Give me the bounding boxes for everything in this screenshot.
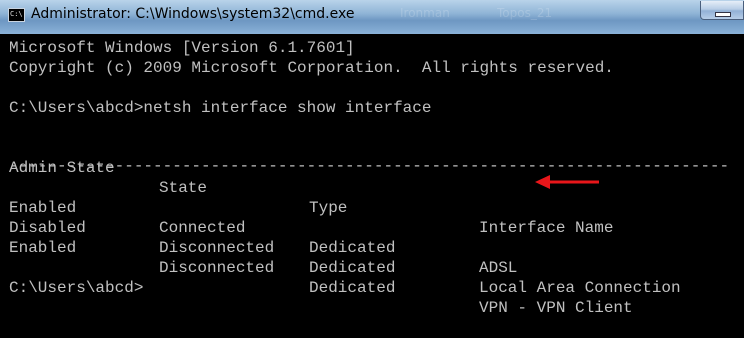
version-line: Microsoft Windows [Version 6.1.7601] [9,39,355,57]
table-row: Enabled Connected Dedicated ADSL [9,178,744,277]
window-title: Administrator: C:\Windows\system32\cmd.e… [31,6,355,22]
cell-state: Disconnected [159,259,275,277]
copyright-line: Copyright (c) 2009 Microsoft Corporation… [9,59,614,77]
table-header: Admin State State Type Interface Name [9,138,744,237]
cell-interface-name: VPN - VPN Client [479,299,633,317]
prompt-line: C:\Users\abcd> [9,279,144,297]
background-tab-label: Topos_21 [497,6,553,20]
background-tab-label: Ironman [400,6,450,20]
title-bar[interactable]: Ironman Topos_21 C:\. Administrator: C:\… [0,0,744,34]
command-line: C:\Users\abcd>netsh interface show inter… [9,99,432,117]
cell-type: Dedicated [309,279,396,297]
cell-interface-name: Local Area Connection [479,279,681,297]
cell-admin-state: Enabled [9,239,77,257]
minimize-button[interactable] [700,1,744,20]
console-output[interactable]: Microsoft Windows [Version 6.1.7601] Cop… [0,34,744,317]
cell-type: Dedicated [309,259,396,277]
separator-line: ----------------------------------------… [9,157,730,175]
minimize-icon [715,12,731,17]
cell-interface-name: ADSL [479,259,518,277]
cell-state: Disconnected [159,239,275,257]
cell-type: Dedicated [309,239,396,257]
cmd-icon[interactable]: C:\. [8,8,25,22]
table-row: Enabled Disconnected Dedicated VPN - VPN… [9,218,744,317]
table-row: Disabled Disconnected Dedicated Local Ar… [9,198,744,297]
red-arrow-icon [535,175,599,189]
